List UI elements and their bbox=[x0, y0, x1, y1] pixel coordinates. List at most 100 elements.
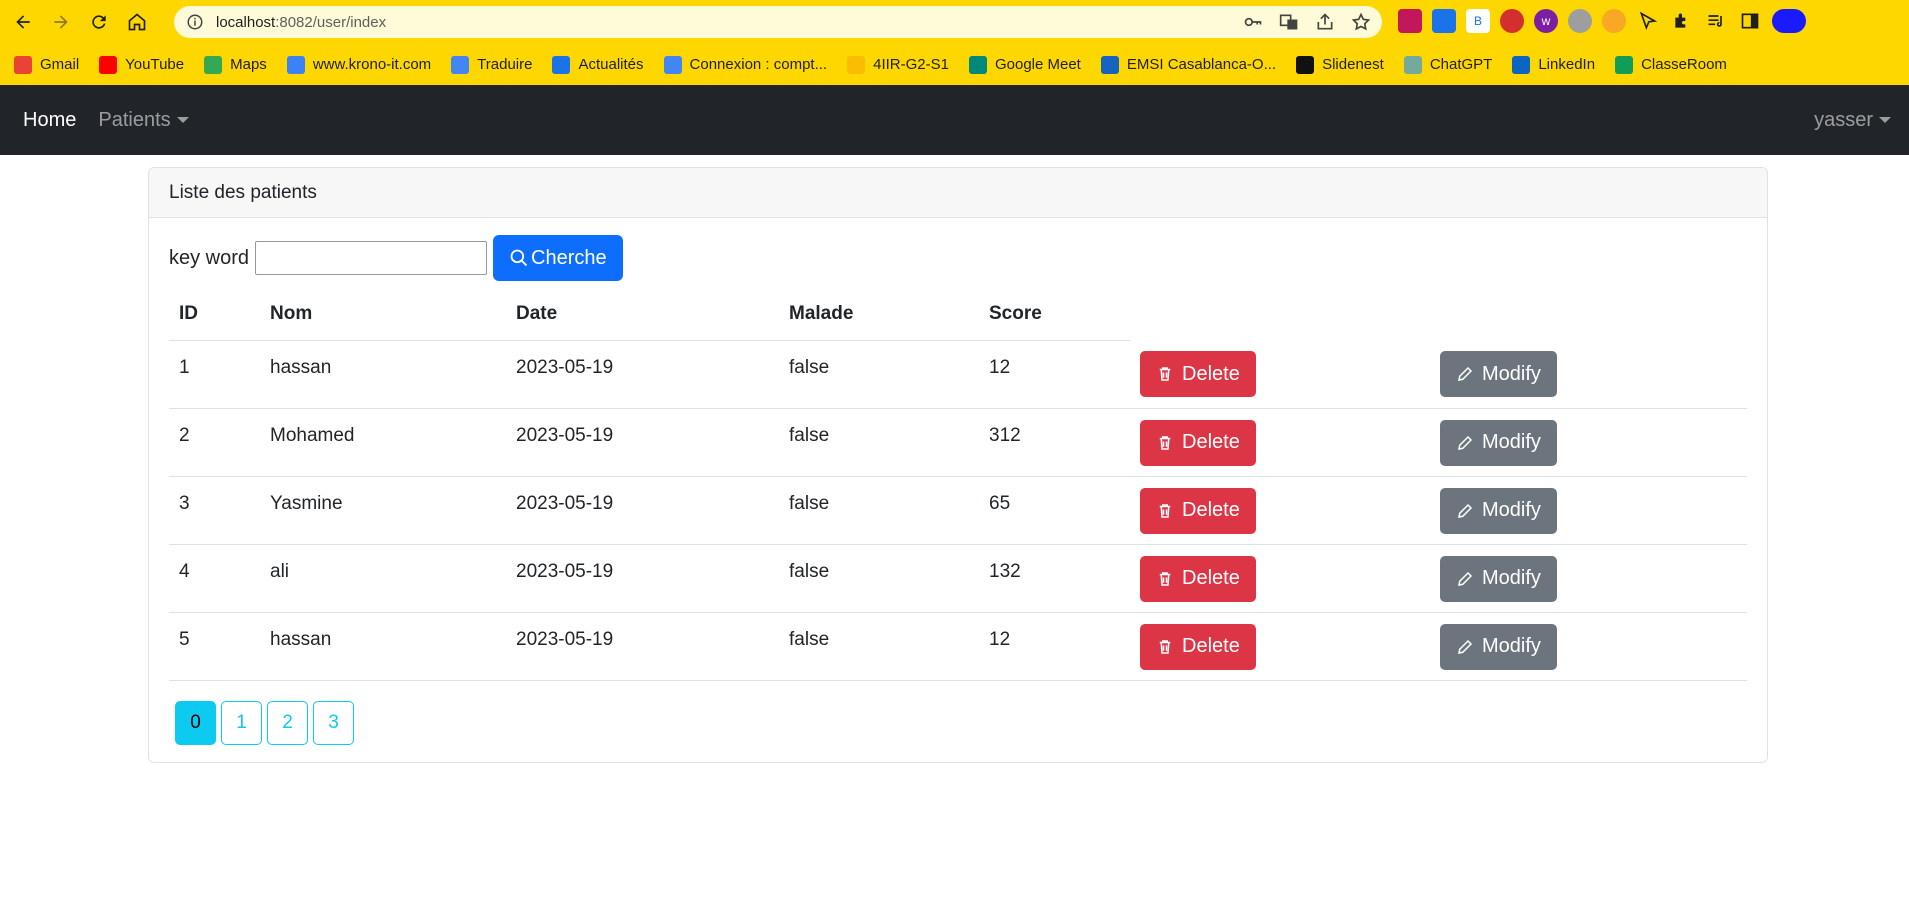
page-link[interactable]: 3 bbox=[313, 701, 354, 745]
cell-malade-value: false bbox=[789, 425, 830, 446]
cell-id-value: 4 bbox=[179, 561, 190, 582]
bookmark-favicon-icon bbox=[99, 55, 118, 74]
modify-button[interactable]: Modify bbox=[1440, 555, 1557, 602]
b-extension-icon[interactable]: B bbox=[1466, 9, 1490, 33]
cell-date: 2023-05-19 bbox=[506, 340, 779, 409]
back-button[interactable] bbox=[8, 7, 38, 37]
cell-nom: Mohamed bbox=[260, 408, 506, 477]
home-button[interactable] bbox=[122, 7, 152, 37]
nav-user-label: yasser bbox=[1814, 108, 1873, 131]
modify-button-label: Modify bbox=[1482, 635, 1541, 657]
bookmark-label: www.krono-it.com bbox=[312, 56, 432, 73]
search-button-label: Cherche bbox=[531, 246, 607, 269]
delete-button[interactable]: Delete bbox=[1140, 487, 1256, 534]
side-panel-icon[interactable] bbox=[1738, 9, 1762, 33]
cell-malade-value: false bbox=[789, 629, 830, 650]
cell-malade: false bbox=[779, 544, 979, 613]
bookmark-item[interactable]: 4IIR-G2-S1 bbox=[847, 55, 949, 74]
bookmark-item[interactable]: Gmail bbox=[14, 55, 79, 74]
pencil-icon bbox=[1458, 367, 1473, 382]
delete-button[interactable]: Delete bbox=[1140, 623, 1256, 670]
bookmark-item[interactable]: www.krono-it.com bbox=[286, 55, 432, 74]
bookmark-item[interactable]: Traduire bbox=[451, 55, 532, 74]
nav-home-link[interactable]: Home bbox=[23, 109, 76, 132]
cell-nom: hassan bbox=[260, 612, 506, 681]
cell-date: 2023-05-19 bbox=[506, 544, 779, 613]
cell-modify: Modify bbox=[1430, 544, 1747, 613]
delete-button[interactable]: Delete bbox=[1140, 419, 1256, 466]
bookmark-item[interactable]: Maps bbox=[204, 55, 267, 74]
pencil-icon bbox=[1458, 571, 1473, 586]
cell-score: 12 bbox=[979, 340, 1130, 409]
modify-button[interactable]: Modify bbox=[1440, 419, 1557, 466]
adblock-icon[interactable] bbox=[1500, 9, 1524, 33]
translate-icon[interactable] bbox=[1278, 11, 1300, 33]
cell-score: 12 bbox=[979, 612, 1130, 681]
pencil-icon bbox=[1458, 503, 1473, 518]
cell-delete: Delete bbox=[1130, 476, 1430, 545]
url-text: localhost:8082/user/index bbox=[216, 14, 386, 31]
bookmark-item[interactable]: Slidenest bbox=[1296, 55, 1384, 74]
pagination: 0123 bbox=[175, 701, 1747, 745]
browser-chrome: localhost:8082/user/index B w Gmail YouTu… bbox=[0, 0, 1909, 85]
nav-user-dropdown[interactable]: yasser bbox=[1814, 85, 1891, 155]
page-link[interactable]: 2 bbox=[267, 701, 308, 745]
bookmark-item[interactable]: Google Meet bbox=[968, 55, 1081, 74]
reload-button[interactable] bbox=[84, 7, 114, 37]
bookmark-label: EMSI Casablanca-O... bbox=[1126, 56, 1277, 73]
bookmark-label: Google Meet bbox=[994, 56, 1081, 73]
modify-button[interactable]: Modify bbox=[1440, 623, 1557, 670]
cell-malade: false bbox=[779, 340, 979, 409]
modify-button[interactable]: Modify bbox=[1440, 351, 1557, 398]
address-bar-actions bbox=[1242, 11, 1372, 33]
bookmark-item[interactable]: Connexion : compt... bbox=[663, 55, 827, 74]
w-extension-icon[interactable]: w bbox=[1534, 9, 1558, 33]
bookmark-item[interactable]: ClasseRoom bbox=[1615, 55, 1727, 74]
bookmark-favicon-icon bbox=[663, 55, 682, 74]
bookmark-item[interactable]: ChatGPT bbox=[1403, 55, 1493, 74]
bookmark-favicon-icon bbox=[968, 55, 987, 74]
keyword-input[interactable] bbox=[255, 241, 488, 275]
bookmark-extension-icon[interactable] bbox=[1432, 9, 1456, 33]
info-icon[interactable] bbox=[186, 13, 204, 31]
cell-id: 1 bbox=[169, 340, 260, 409]
delete-button-label: Delete bbox=[1182, 635, 1240, 657]
cell-id: 4 bbox=[169, 544, 260, 613]
nav-patients-dropdown[interactable]: Patients bbox=[98, 108, 189, 132]
bookmark-item[interactable]: Actualités bbox=[552, 55, 644, 74]
forward-button[interactable] bbox=[46, 7, 76, 37]
bookmark-item[interactable]: YouTube bbox=[99, 55, 184, 74]
trash-icon bbox=[1159, 435, 1171, 450]
modify-button[interactable]: Modify bbox=[1440, 487, 1557, 534]
cell-nom-value: hassan bbox=[270, 357, 332, 378]
bookmark-label: Slidenest bbox=[1322, 56, 1384, 73]
bookmark-favicon-icon bbox=[286, 55, 305, 74]
cursor-icon[interactable] bbox=[1636, 9, 1660, 33]
delete-button[interactable]: Delete bbox=[1140, 555, 1256, 602]
camera-icon[interactable] bbox=[1568, 9, 1592, 33]
bookmark-favicon-icon bbox=[14, 55, 32, 74]
share-icon[interactable] bbox=[1314, 11, 1336, 33]
nav-patients-label: Patients bbox=[98, 108, 171, 131]
cell-id-value: 1 bbox=[179, 357, 190, 378]
cell-modify: Modify bbox=[1430, 408, 1747, 477]
bookmark-item[interactable]: LinkedIn bbox=[1512, 55, 1595, 74]
card-header: Liste des patients bbox=[149, 168, 1767, 218]
extension-1-icon[interactable] bbox=[1398, 9, 1422, 33]
profile-avatar[interactable] bbox=[1772, 9, 1806, 33]
star-icon[interactable] bbox=[1350, 11, 1372, 33]
address-bar[interactable]: localhost:8082/user/index bbox=[174, 6, 1382, 38]
delete-button[interactable]: Delete bbox=[1140, 351, 1256, 398]
trash-icon bbox=[1159, 639, 1171, 654]
search-button[interactable]: Cherche bbox=[493, 235, 623, 281]
page-link[interactable]: 0 bbox=[175, 701, 216, 745]
reading-list-icon[interactable] bbox=[1704, 9, 1728, 33]
puzzle-icon[interactable] bbox=[1670, 9, 1694, 33]
modify-button-label: Modify bbox=[1482, 499, 1541, 521]
key-icon[interactable] bbox=[1242, 11, 1264, 33]
bookmark-item[interactable]: EMSI Casablanca-O... bbox=[1100, 55, 1277, 74]
bookmark-label: ChatGPT bbox=[1429, 56, 1493, 73]
cell-nom-value: ali bbox=[270, 561, 290, 582]
page-link[interactable]: 1 bbox=[221, 701, 262, 745]
react-icon[interactable] bbox=[1602, 9, 1626, 33]
